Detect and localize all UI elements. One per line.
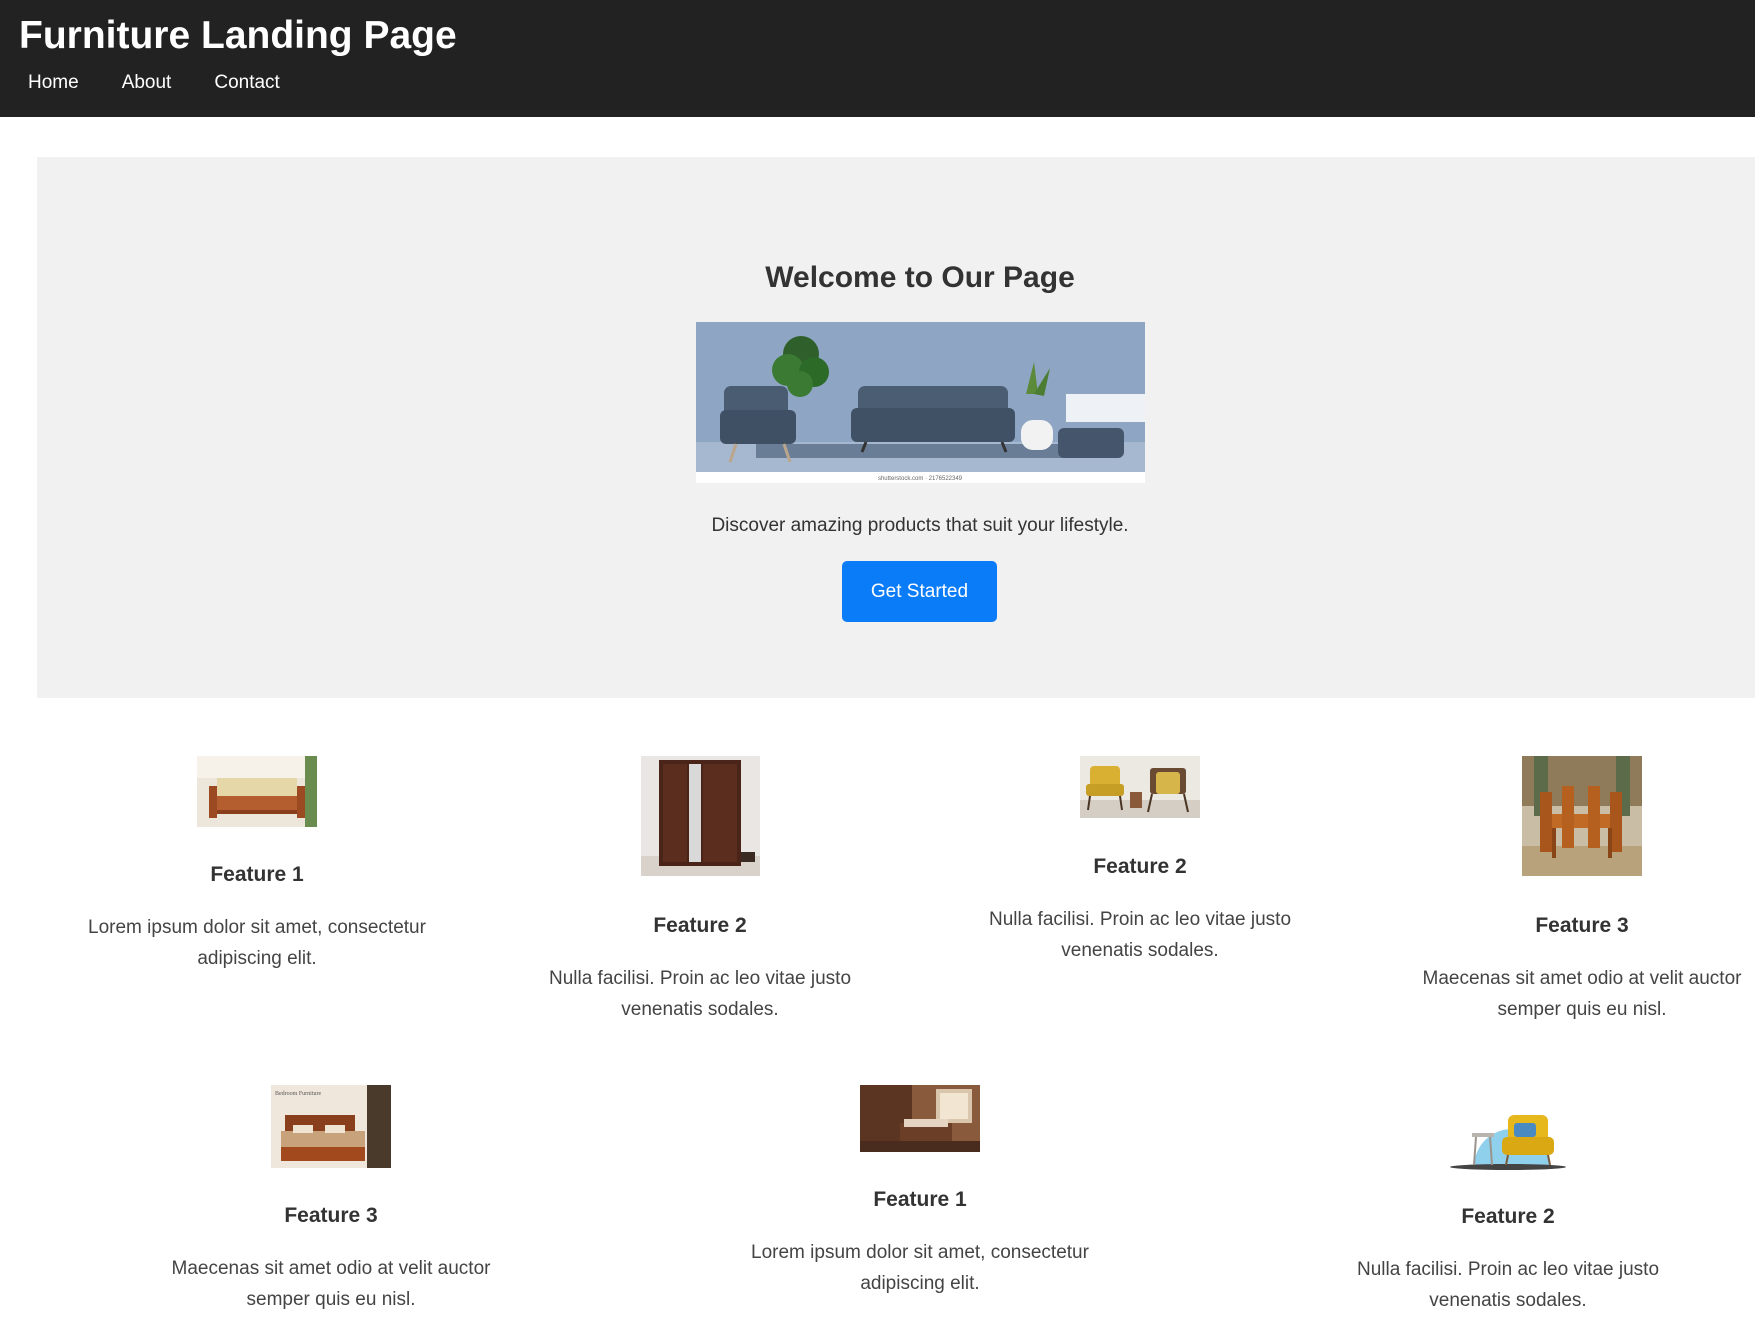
feature-title: Feature 2 <box>1461 1205 1555 1228</box>
hero-text: Discover amazing products that suit your… <box>711 515 1129 536</box>
get-started-button[interactable]: Get Started <box>842 561 997 622</box>
feature-text-line-1: Nulla facilisi. Proin ac leo vitae justo <box>548 968 852 989</box>
feature-card: Feature 2 Nulla facilisi. Proin ac leo v… <box>505 756 895 1025</box>
feature-text-line-2: adipiscing elit. <box>860 1273 980 1294</box>
dining-set-image <box>1522 756 1642 876</box>
feature-card: Feature 2 Nulla facilisi. Proin ac leo v… <box>945 756 1335 966</box>
feature-text-line-2: semper quis eu nisl. <box>246 1289 416 1310</box>
yellow-armchair-image <box>1448 1085 1568 1170</box>
feature-title: Feature 1 <box>873 1188 967 1211</box>
wooden-sofa-image <box>197 756 317 827</box>
feature-title: Feature 2 <box>1093 855 1187 878</box>
feature-title: Feature 3 <box>1535 914 1629 937</box>
feature-text-line-2: venenatis sodales. <box>1429 1290 1587 1311</box>
feature-title: Feature 3 <box>284 1204 378 1227</box>
feature-text-line-1: Nulla facilisi. Proin ac leo vitae justo <box>988 909 1292 930</box>
armchairs-image <box>1080 756 1200 818</box>
feature-card: Feature 2 Nulla facilisi. Proin ac leo v… <box>1308 1085 1708 1316</box>
feature-text-line-2: semper quis eu nisl. <box>1497 999 1667 1020</box>
wardrobe-image <box>640 756 760 876</box>
feature-text-line-2: venenatis sodales. <box>621 999 779 1020</box>
svg-text:Bedroom Furniture: Bedroom Furniture <box>275 1091 321 1097</box>
feature-card: Feature 3 Maecenas sit amet odio at veli… <box>1402 756 1755 1025</box>
nav-contact-link[interactable]: Contact <box>214 72 279 94</box>
hero-sofa-image: shutterstock.com · 2176522349 <box>696 322 1145 483</box>
nav-home-link[interactable]: Home <box>28 72 79 94</box>
feature-text-line-1: Maecenas sit amet odio at velit auctor <box>171 1258 491 1279</box>
hero-section: Welcome to Our Page shutterstock.com · 2… <box>37 157 1755 698</box>
hero-title: Welcome to Our Page <box>765 261 1075 294</box>
feature-title: Feature 1 <box>210 863 304 886</box>
svg-text:shutterstock.com · 2176522349: shutterstock.com · 2176522349 <box>878 476 963 482</box>
bed-image: Bedroom Furniture <box>271 1085 391 1168</box>
feature-text-line-2: adipiscing elit. <box>197 948 317 969</box>
nav-about-link[interactable]: About <box>122 72 172 94</box>
bedroom-interior-image <box>860 1085 980 1152</box>
main-nav: Home About Contact <box>28 72 323 94</box>
site-header: Furniture Landing Page Home About Contac… <box>0 0 1755 117</box>
feature-card: Bedroom Furniture Feature 3 Maecenas sit… <box>131 1085 531 1315</box>
feature-text-line-1: Lorem ipsum dolor sit amet, consectetur <box>751 1242 1089 1263</box>
feature-text-line-1: Maecenas sit amet odio at velit auctor <box>1422 968 1742 989</box>
feature-card: Feature 1 Lorem ipsum dolor sit amet, co… <box>720 1085 1120 1299</box>
site-title: Furniture Landing Page <box>19 14 457 57</box>
feature-text-line-2: venenatis sodales. <box>1061 940 1219 961</box>
feature-title: Feature 2 <box>653 914 747 937</box>
feature-card: Feature 1 Lorem ipsum dolor sit amet, co… <box>57 756 457 974</box>
feature-text-line-1: Lorem ipsum dolor sit amet, consectetur <box>88 917 426 938</box>
feature-text-line-1: Nulla facilisi. Proin ac leo vitae justo <box>1356 1259 1660 1280</box>
